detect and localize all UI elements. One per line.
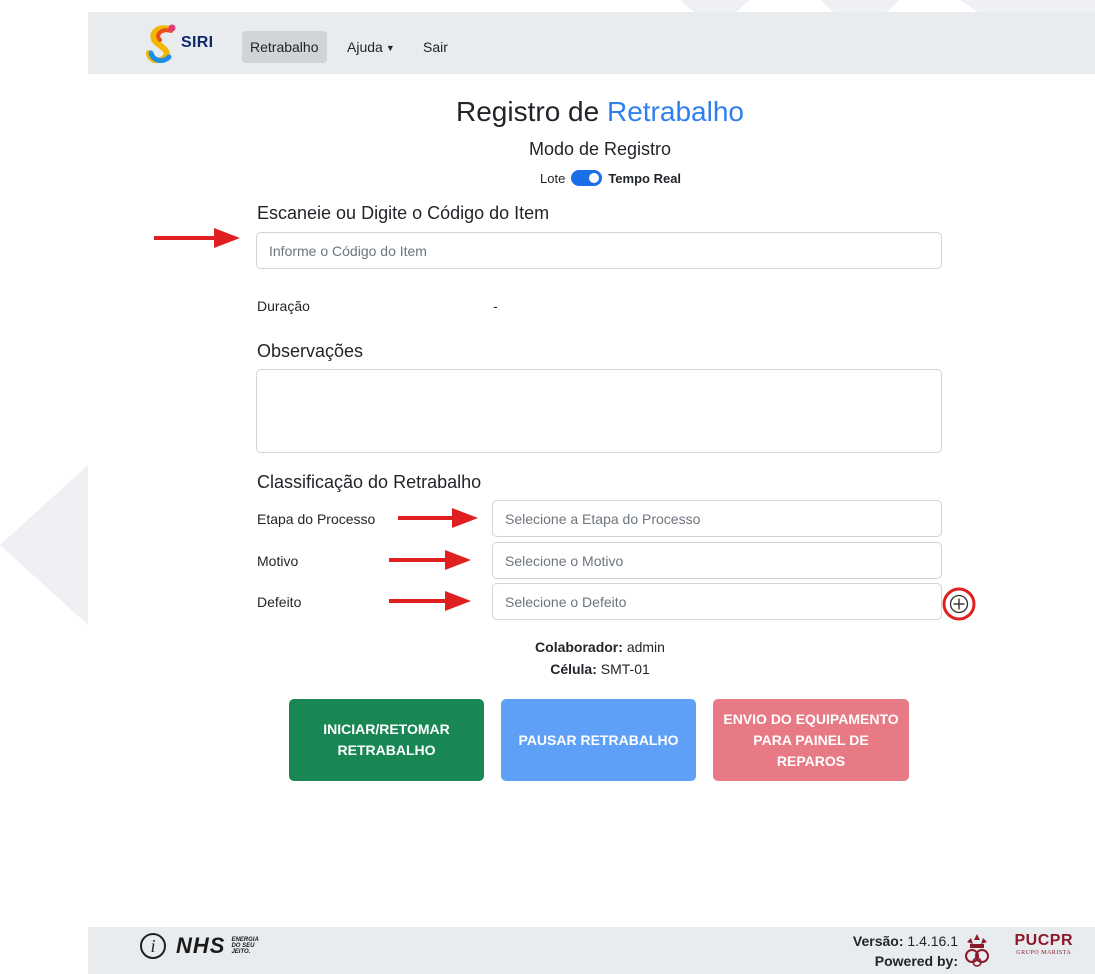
motivo-label: Motivo — [257, 553, 299, 569]
duration-value: - — [493, 298, 498, 314]
motivo-placeholder: Selecione o Motivo — [505, 552, 624, 569]
nhs-logo: i NHS ENERGIA DO SEU JEITO. — [140, 933, 259, 959]
cell-value: SMT-01 — [600, 661, 650, 677]
classification-title: Classificação do Retrabalho — [257, 472, 482, 492]
nhs-mark: NHS — [176, 933, 226, 958]
item-code-label: Escaneie ou Digite o Código do Item — [257, 203, 550, 223]
observations-textarea[interactable] — [256, 369, 942, 453]
pucpr-group: GRUPO MARISTA — [1016, 950, 1072, 956]
motivo-select[interactable]: Selecione o Motivo — [492, 542, 942, 579]
mode-subtitle: Modo de Registro — [528, 139, 672, 159]
nav-ajuda-dropdown[interactable]: Ajuda ▼ — [339, 31, 403, 63]
item-code-input[interactable]: Informe o Código do Item — [256, 232, 942, 269]
defeito-placeholder: Selecione o Defeito — [505, 593, 627, 610]
title-accent: Retrabalho — [606, 96, 744, 127]
pucpr-logo: PUCPR GRUPO MARISTA — [1014, 932, 1073, 956]
etapa-placeholder: Selecione a Etapa do Processo — [505, 510, 701, 527]
collaborator-value: admin — [626, 639, 665, 655]
annotation-arrow-icon — [389, 550, 471, 570]
start-rework-button[interactable]: INICIAR/RETOMAR RETRABALHO — [289, 699, 484, 781]
nhs-tagline-3: JEITO. — [231, 949, 251, 955]
pucpr-crest-icon — [965, 934, 989, 967]
siri-logo[interactable]: SIRI — [145, 21, 213, 65]
pucpr-name: PUCPR — [1014, 932, 1073, 949]
nav-ajuda-label: Ajuda — [347, 39, 383, 55]
top-navbar: SIRI Retrabalho Ajuda ▼ Sair — [88, 12, 1095, 74]
add-defect-button[interactable] — [942, 587, 976, 621]
defeito-label: Defeito — [257, 594, 302, 610]
pause-rework-button[interactable]: PAUSAR RETRABALHO — [501, 699, 696, 781]
version-line: Versão: 1.4.16.1 — [853, 931, 958, 951]
mode-toggle[interactable] — [571, 170, 603, 186]
title-prefix: Registro de — [456, 96, 600, 127]
mode-off-label: Lote — [540, 170, 566, 186]
item-code-placeholder: Informe o Código do Item — [269, 242, 427, 259]
caret-down-icon: ▼ — [385, 43, 395, 53]
nav-retrabalho[interactable]: Retrabalho — [242, 31, 327, 63]
page-title: Registro de Retrabalho — [0, 96, 1095, 128]
observations-label: Observações — [257, 341, 364, 361]
collaborator-label: Colaborador: — [535, 639, 623, 655]
siri-logo-icon — [146, 24, 176, 63]
version-label: Versão: — [852, 933, 904, 949]
etapa-label: Etapa do Processo — [257, 511, 376, 527]
annotation-arrow-icon — [154, 228, 240, 248]
nav-sair[interactable]: Sair — [415, 31, 456, 63]
annotation-arrow-icon — [389, 591, 471, 611]
defeito-select[interactable]: Selecione o Defeito — [492, 583, 942, 620]
etapa-select[interactable]: Selecione a Etapa do Processo — [492, 500, 942, 537]
collaborator-line: Colaborador: admin — [0, 639, 1095, 655]
cell-label: Célula: — [550, 661, 597, 677]
powered-by-label: Powered by: — [874, 953, 958, 969]
info-icon[interactable]: i — [140, 933, 166, 959]
annotation-arrow-icon — [398, 508, 478, 528]
footer: i NHS ENERGIA DO SEU JEITO. Versão: 1.4.… — [88, 927, 1095, 974]
version-block: Versão: 1.4.16.1 Powered by: — [853, 931, 958, 971]
duration-label: Duração — [257, 298, 310, 314]
nhs-tagline: ENERGIA DO SEU JEITO. — [231, 937, 258, 955]
version-value: 1.4.16.1 — [907, 933, 958, 949]
siri-brand: SIRI — [181, 34, 214, 51]
mode-on-label: Tempo Real — [608, 170, 682, 186]
plus-circle-icon — [949, 594, 969, 614]
cell-line: Célula: SMT-01 — [0, 661, 1095, 677]
mode-switch-row: Lote Tempo Real — [540, 170, 681, 186]
powered-by: Powered by: — [853, 951, 958, 971]
send-to-repair-button[interactable]: ENVIO DO EQUIPAMENTO PARA PAINEL DE REPA… — [713, 699, 909, 781]
